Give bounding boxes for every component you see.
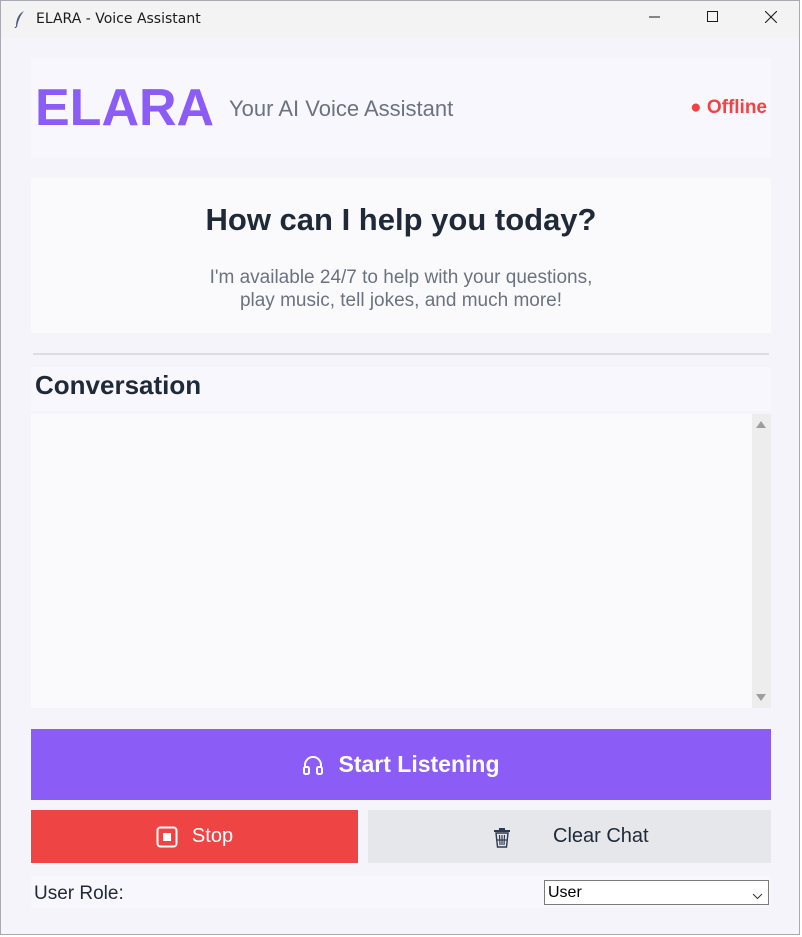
headphones-icon <box>302 754 324 776</box>
start-listening-button[interactable]: Start Listening <box>31 729 771 800</box>
chevron-down-icon <box>752 887 763 905</box>
close-icon <box>764 10 778 28</box>
title-bar[interactable]: ELARA - Voice Assistant <box>1 1 799 37</box>
divider <box>33 353 769 355</box>
user-role-value: User <box>548 884 582 901</box>
scroll-down-arrow-icon[interactable] <box>756 694 766 701</box>
brand-title: ELARA <box>35 79 215 137</box>
tagline: Your AI Voice Assistant <box>229 96 454 121</box>
start-listening-label: Start Listening <box>338 751 500 777</box>
welcome-line-1: I'm available 24/7 to help with your que… <box>209 267 593 288</box>
app-window: ELARA - Voice Assistant ELARA Your AI Vo… <box>0 0 800 935</box>
clear-chat-button[interactable]: Clear Chat <box>368 810 771 863</box>
minimize-button[interactable] <box>626 1 684 37</box>
maximize-button[interactable] <box>684 1 742 37</box>
conversation-title: Conversation <box>35 370 202 400</box>
minimize-icon <box>649 10 661 28</box>
stop-icon <box>156 826 178 848</box>
user-role-label: User Role: <box>34 883 124 904</box>
conversation-header: Conversation <box>31 367 771 411</box>
clear-chat-label: Clear Chat <box>553 825 649 847</box>
footer-bar: User Role: User <box>31 876 771 908</box>
stop-button[interactable]: Stop <box>31 810 358 863</box>
maximize-icon <box>707 10 719 28</box>
welcome-line-2: play music, tell jokes, and much more! <box>239 290 563 311</box>
conversation-scrollbar[interactable] <box>752 414 771 708</box>
header-card: ELARA Your AI Voice Assistant ● Offline <box>31 58 771 158</box>
welcome-heading: How can I help you today? <box>205 202 597 237</box>
stop-label: Stop <box>191 825 234 847</box>
welcome-card: How can I help you today? I'm available … <box>31 178 771 333</box>
close-button[interactable] <box>742 1 799 37</box>
window-title: ELARA - Voice Assistant <box>36 11 201 27</box>
conversation-log[interactable] <box>31 414 752 708</box>
trash-icon <box>493 828 511 848</box>
scroll-up-arrow-icon[interactable] <box>756 421 766 428</box>
status-badge: ● Offline <box>690 97 767 118</box>
feather-icon <box>13 10 27 29</box>
welcome-subtext: I'm available 24/7 to help with your que… <box>31 266 771 312</box>
user-role-select[interactable]: User <box>544 880 769 905</box>
